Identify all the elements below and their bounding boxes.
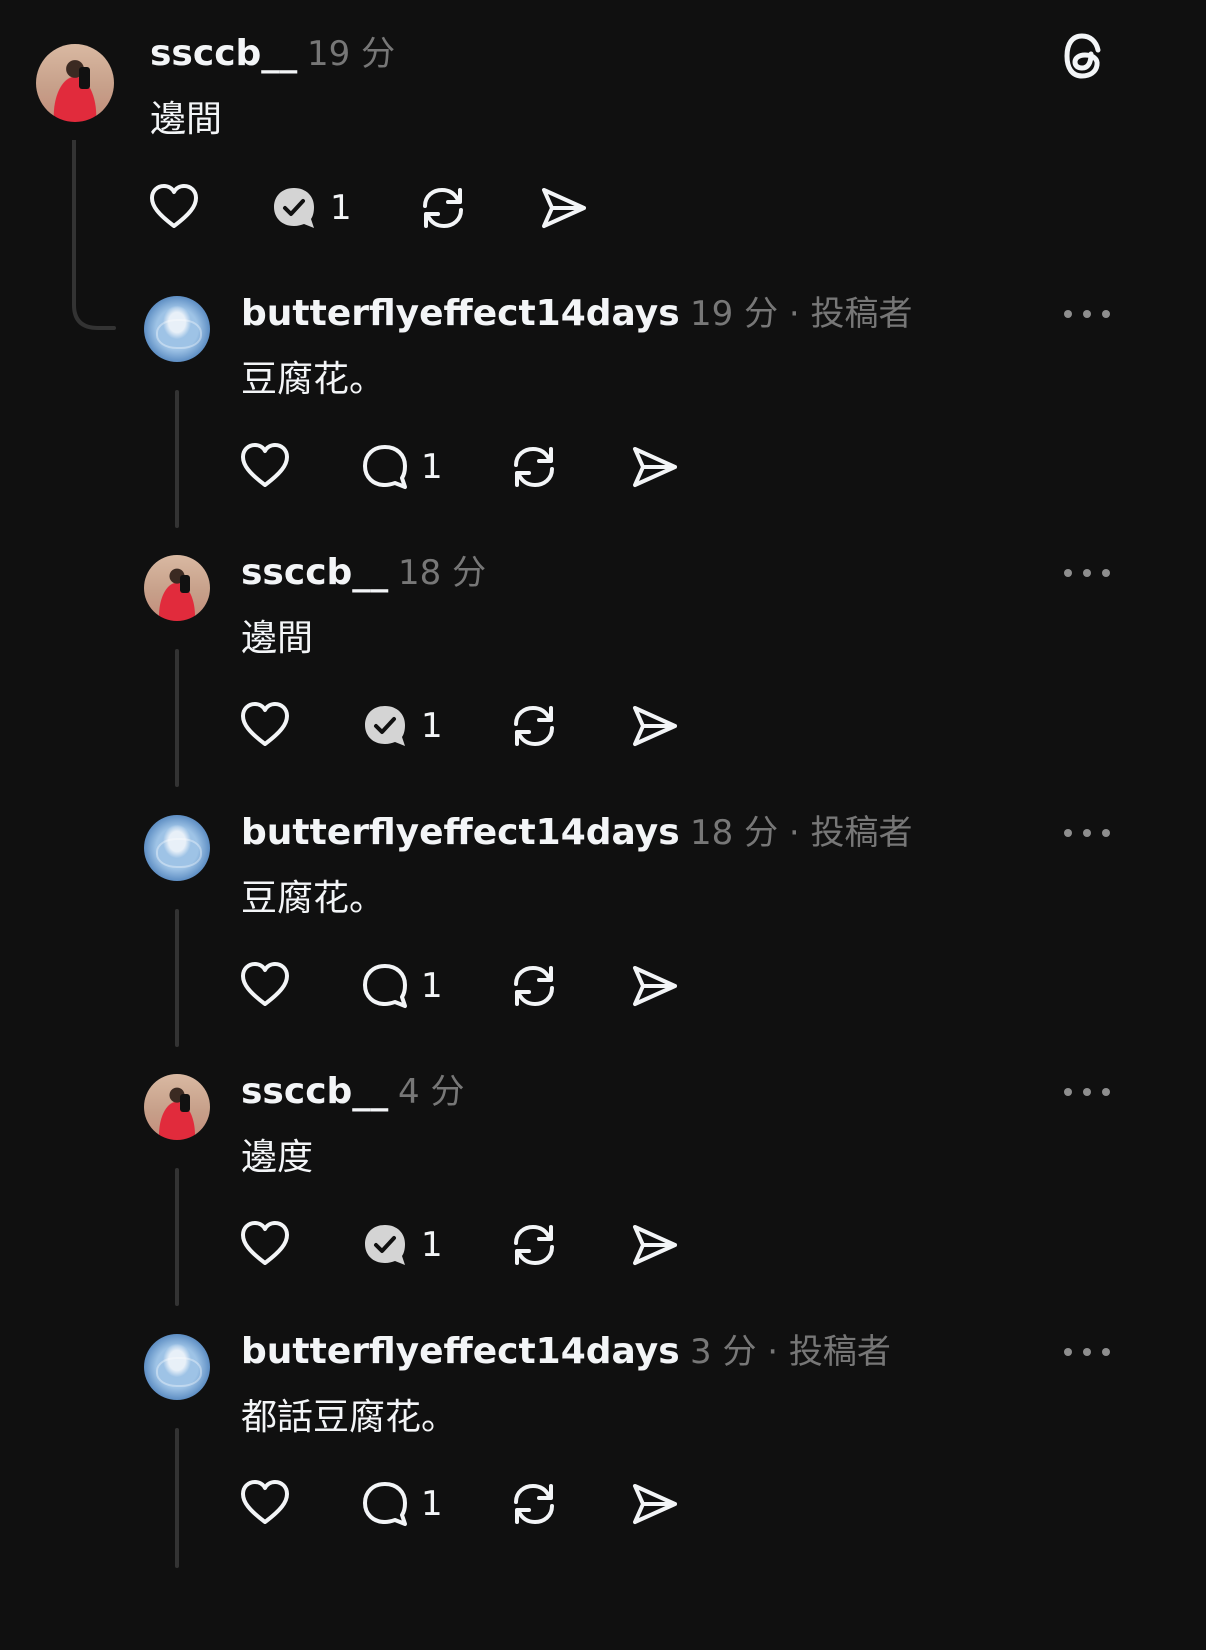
reply-count: 1 (421, 1484, 443, 1524)
heart-icon[interactable] (148, 182, 200, 234)
comment-icon[interactable] (359, 960, 411, 1012)
send-icon[interactable] (629, 700, 681, 752)
post-meta: 18 分 (398, 553, 487, 593)
post-meta: 3 分 · 投稿者 (690, 1332, 891, 1372)
reply-count: 1 (421, 966, 443, 1006)
heart-icon[interactable] (239, 1478, 291, 1530)
avatar[interactable] (144, 1074, 210, 1140)
post-text: 邊間 (150, 99, 223, 140)
post-text: 豆腐花。 (241, 878, 386, 919)
repost-icon[interactable] (508, 441, 560, 493)
username[interactable]: butterflyeffect14days (241, 292, 680, 336)
thread-line (175, 1428, 179, 1568)
heart-icon[interactable] (239, 441, 291, 493)
more-icon[interactable] (1064, 308, 1110, 320)
avatar[interactable] (144, 555, 210, 621)
heart-icon[interactable] (239, 960, 291, 1012)
repost-icon[interactable] (508, 960, 560, 1012)
repost-icon[interactable] (508, 1219, 560, 1271)
avatar[interactable] (36, 44, 114, 122)
comment-icon[interactable] (359, 441, 411, 493)
thread-line (175, 1168, 179, 1306)
thread-line (175, 649, 179, 787)
comment-checked-icon[interactable] (268, 182, 320, 234)
post-text: 邊間 (241, 618, 314, 659)
send-icon[interactable] (629, 1478, 681, 1530)
more-icon[interactable] (1064, 1086, 1110, 1098)
post-text: 都話豆腐花。 (241, 1397, 458, 1438)
more-icon[interactable] (1064, 1346, 1110, 1358)
send-icon[interactable] (629, 441, 681, 493)
reply-count: 1 (421, 706, 443, 746)
username[interactable]: ssccb__ (241, 1070, 388, 1114)
avatar[interactable] (144, 296, 210, 362)
username[interactable]: ssccb__ (150, 32, 297, 76)
repost-icon[interactable] (508, 1478, 560, 1530)
heart-icon[interactable] (239, 700, 291, 752)
repost-icon[interactable] (417, 182, 469, 234)
comment-checked-icon[interactable] (359, 1219, 411, 1271)
reply-count: 1 (421, 1225, 443, 1265)
threads-logo-icon[interactable] (1062, 30, 1110, 82)
send-icon[interactable] (629, 960, 681, 1012)
more-icon[interactable] (1064, 827, 1110, 839)
thread-line (175, 390, 179, 528)
post-meta: 4 分 (398, 1072, 465, 1112)
post-meta: 19 分 (307, 34, 396, 74)
thread-connector (72, 140, 116, 330)
reply-count: 1 (330, 188, 352, 228)
heart-icon[interactable] (239, 1219, 291, 1271)
reply-count: 1 (421, 447, 443, 487)
post-text: 豆腐花。 (241, 359, 386, 400)
comment-checked-icon[interactable] (359, 700, 411, 752)
post-text: 邊度 (241, 1137, 314, 1178)
send-icon[interactable] (538, 182, 590, 234)
avatar[interactable] (144, 815, 210, 881)
post-meta: 19 分 · 投稿者 (690, 294, 913, 334)
send-icon[interactable] (629, 1219, 681, 1271)
avatar[interactable] (144, 1334, 210, 1400)
more-icon[interactable] (1064, 567, 1110, 579)
username[interactable]: ssccb__ (241, 551, 388, 595)
post-meta: 18 分 · 投稿者 (690, 813, 913, 853)
username[interactable]: butterflyeffect14days (241, 811, 680, 855)
thread-line (175, 909, 179, 1047)
repost-icon[interactable] (508, 700, 560, 752)
username[interactable]: butterflyeffect14days (241, 1330, 680, 1374)
comment-icon[interactable] (359, 1478, 411, 1530)
